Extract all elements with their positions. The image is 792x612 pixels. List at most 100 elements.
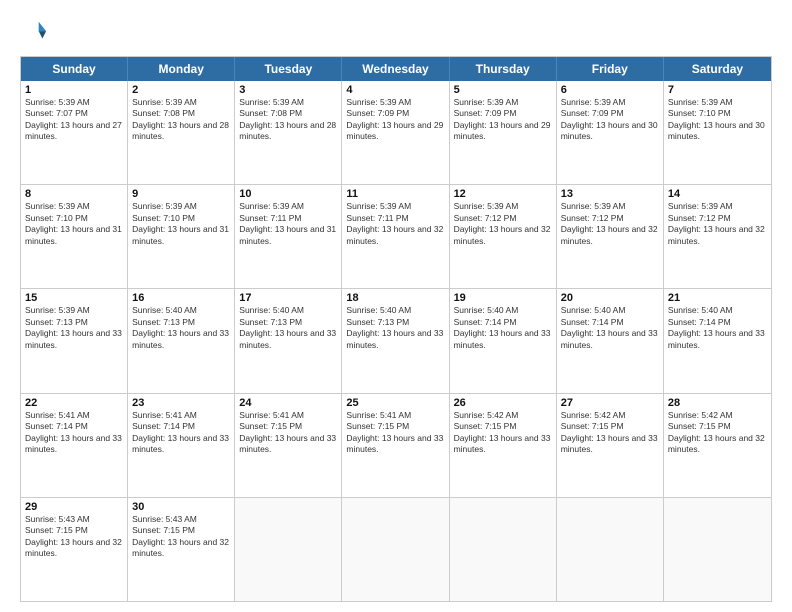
cell-info: Sunrise: 5:39 AM Sunset: 7:09 PM Dayligh… — [346, 97, 444, 143]
calendar-cell: 28Sunrise: 5:42 AM Sunset: 7:15 PM Dayli… — [664, 394, 771, 497]
calendar-cell: 4Sunrise: 5:39 AM Sunset: 7:09 PM Daylig… — [342, 81, 449, 184]
calendar-cell: 29Sunrise: 5:43 AM Sunset: 7:15 PM Dayli… — [21, 498, 128, 601]
calendar-cell: 6Sunrise: 5:39 AM Sunset: 7:09 PM Daylig… — [557, 81, 664, 184]
header — [20, 18, 772, 46]
calendar-cell: 2Sunrise: 5:39 AM Sunset: 7:08 PM Daylig… — [128, 81, 235, 184]
day-number: 26 — [454, 397, 552, 409]
day-number: 22 — [25, 397, 123, 409]
calendar-header-cell: Friday — [557, 57, 664, 81]
calendar-row: 15Sunrise: 5:39 AM Sunset: 7:13 PM Dayli… — [21, 288, 771, 392]
calendar-cell: 12Sunrise: 5:39 AM Sunset: 7:12 PM Dayli… — [450, 185, 557, 288]
day-number: 7 — [668, 84, 767, 96]
day-number: 30 — [132, 501, 230, 513]
day-number: 9 — [132, 188, 230, 200]
cell-info: Sunrise: 5:42 AM Sunset: 7:15 PM Dayligh… — [561, 410, 659, 456]
cell-info: Sunrise: 5:43 AM Sunset: 7:15 PM Dayligh… — [25, 514, 123, 560]
calendar-header-cell: Wednesday — [342, 57, 449, 81]
cell-info: Sunrise: 5:41 AM Sunset: 7:15 PM Dayligh… — [239, 410, 337, 456]
cell-info: Sunrise: 5:40 AM Sunset: 7:13 PM Dayligh… — [239, 305, 337, 351]
calendar-header: SundayMondayTuesdayWednesdayThursdayFrid… — [21, 57, 771, 81]
calendar-cell: 22Sunrise: 5:41 AM Sunset: 7:14 PM Dayli… — [21, 394, 128, 497]
cell-info: Sunrise: 5:39 AM Sunset: 7:12 PM Dayligh… — [668, 201, 767, 247]
calendar-row: 1Sunrise: 5:39 AM Sunset: 7:07 PM Daylig… — [21, 81, 771, 184]
calendar-row: 29Sunrise: 5:43 AM Sunset: 7:15 PM Dayli… — [21, 497, 771, 601]
logo — [20, 18, 52, 46]
cell-info: Sunrise: 5:40 AM Sunset: 7:14 PM Dayligh… — [454, 305, 552, 351]
calendar-cell: 24Sunrise: 5:41 AM Sunset: 7:15 PM Dayli… — [235, 394, 342, 497]
calendar-header-cell: Sunday — [21, 57, 128, 81]
day-number: 12 — [454, 188, 552, 200]
day-number: 6 — [561, 84, 659, 96]
calendar-body: 1Sunrise: 5:39 AM Sunset: 7:07 PM Daylig… — [21, 81, 771, 601]
day-number: 23 — [132, 397, 230, 409]
day-number: 10 — [239, 188, 337, 200]
cell-info: Sunrise: 5:39 AM Sunset: 7:09 PM Dayligh… — [454, 97, 552, 143]
calendar-cell: 16Sunrise: 5:40 AM Sunset: 7:13 PM Dayli… — [128, 289, 235, 392]
calendar-cell — [450, 498, 557, 601]
cell-info: Sunrise: 5:40 AM Sunset: 7:13 PM Dayligh… — [132, 305, 230, 351]
day-number: 24 — [239, 397, 337, 409]
calendar-row: 8Sunrise: 5:39 AM Sunset: 7:10 PM Daylig… — [21, 184, 771, 288]
calendar-cell: 17Sunrise: 5:40 AM Sunset: 7:13 PM Dayli… — [235, 289, 342, 392]
day-number: 15 — [25, 292, 123, 304]
calendar-cell — [557, 498, 664, 601]
calendar-header-cell: Tuesday — [235, 57, 342, 81]
cell-info: Sunrise: 5:39 AM Sunset: 7:13 PM Dayligh… — [25, 305, 123, 351]
cell-info: Sunrise: 5:39 AM Sunset: 7:07 PM Dayligh… — [25, 97, 123, 143]
day-number: 28 — [668, 397, 767, 409]
day-number: 14 — [668, 188, 767, 200]
page: SundayMondayTuesdayWednesdayThursdayFrid… — [0, 0, 792, 612]
calendar-header-cell: Monday — [128, 57, 235, 81]
cell-info: Sunrise: 5:41 AM Sunset: 7:14 PM Dayligh… — [25, 410, 123, 456]
calendar-cell: 20Sunrise: 5:40 AM Sunset: 7:14 PM Dayli… — [557, 289, 664, 392]
calendar: SundayMondayTuesdayWednesdayThursdayFrid… — [20, 56, 772, 602]
cell-info: Sunrise: 5:40 AM Sunset: 7:14 PM Dayligh… — [668, 305, 767, 351]
calendar-cell: 13Sunrise: 5:39 AM Sunset: 7:12 PM Dayli… — [557, 185, 664, 288]
cell-info: Sunrise: 5:41 AM Sunset: 7:14 PM Dayligh… — [132, 410, 230, 456]
calendar-cell: 15Sunrise: 5:39 AM Sunset: 7:13 PM Dayli… — [21, 289, 128, 392]
calendar-cell: 23Sunrise: 5:41 AM Sunset: 7:14 PM Dayli… — [128, 394, 235, 497]
day-number: 3 — [239, 84, 337, 96]
calendar-cell: 9Sunrise: 5:39 AM Sunset: 7:10 PM Daylig… — [128, 185, 235, 288]
cell-info: Sunrise: 5:40 AM Sunset: 7:14 PM Dayligh… — [561, 305, 659, 351]
calendar-cell: 26Sunrise: 5:42 AM Sunset: 7:15 PM Dayli… — [450, 394, 557, 497]
cell-info: Sunrise: 5:39 AM Sunset: 7:08 PM Dayligh… — [239, 97, 337, 143]
calendar-cell: 10Sunrise: 5:39 AM Sunset: 7:11 PM Dayli… — [235, 185, 342, 288]
cell-info: Sunrise: 5:39 AM Sunset: 7:12 PM Dayligh… — [561, 201, 659, 247]
calendar-cell: 11Sunrise: 5:39 AM Sunset: 7:11 PM Dayli… — [342, 185, 449, 288]
day-number: 21 — [668, 292, 767, 304]
calendar-cell — [342, 498, 449, 601]
day-number: 25 — [346, 397, 444, 409]
cell-info: Sunrise: 5:39 AM Sunset: 7:10 PM Dayligh… — [668, 97, 767, 143]
cell-info: Sunrise: 5:43 AM Sunset: 7:15 PM Dayligh… — [132, 514, 230, 560]
day-number: 29 — [25, 501, 123, 513]
cell-info: Sunrise: 5:39 AM Sunset: 7:08 PM Dayligh… — [132, 97, 230, 143]
calendar-cell: 1Sunrise: 5:39 AM Sunset: 7:07 PM Daylig… — [21, 81, 128, 184]
calendar-cell: 27Sunrise: 5:42 AM Sunset: 7:15 PM Dayli… — [557, 394, 664, 497]
cell-info: Sunrise: 5:39 AM Sunset: 7:11 PM Dayligh… — [239, 201, 337, 247]
day-number: 1 — [25, 84, 123, 96]
calendar-cell: 8Sunrise: 5:39 AM Sunset: 7:10 PM Daylig… — [21, 185, 128, 288]
calendar-cell: 14Sunrise: 5:39 AM Sunset: 7:12 PM Dayli… — [664, 185, 771, 288]
cell-info: Sunrise: 5:39 AM Sunset: 7:10 PM Dayligh… — [25, 201, 123, 247]
calendar-cell — [235, 498, 342, 601]
calendar-cell: 5Sunrise: 5:39 AM Sunset: 7:09 PM Daylig… — [450, 81, 557, 184]
day-number: 4 — [346, 84, 444, 96]
calendar-header-cell: Saturday — [664, 57, 771, 81]
cell-info: Sunrise: 5:42 AM Sunset: 7:15 PM Dayligh… — [454, 410, 552, 456]
calendar-cell: 19Sunrise: 5:40 AM Sunset: 7:14 PM Dayli… — [450, 289, 557, 392]
day-number: 27 — [561, 397, 659, 409]
cell-info: Sunrise: 5:39 AM Sunset: 7:11 PM Dayligh… — [346, 201, 444, 247]
day-number: 16 — [132, 292, 230, 304]
cell-info: Sunrise: 5:39 AM Sunset: 7:10 PM Dayligh… — [132, 201, 230, 247]
calendar-row: 22Sunrise: 5:41 AM Sunset: 7:14 PM Dayli… — [21, 393, 771, 497]
calendar-cell: 25Sunrise: 5:41 AM Sunset: 7:15 PM Dayli… — [342, 394, 449, 497]
cell-info: Sunrise: 5:39 AM Sunset: 7:09 PM Dayligh… — [561, 97, 659, 143]
cell-info: Sunrise: 5:42 AM Sunset: 7:15 PM Dayligh… — [668, 410, 767, 456]
logo-icon — [20, 18, 48, 46]
cell-info: Sunrise: 5:39 AM Sunset: 7:12 PM Dayligh… — [454, 201, 552, 247]
cell-info: Sunrise: 5:40 AM Sunset: 7:13 PM Dayligh… — [346, 305, 444, 351]
calendar-cell: 3Sunrise: 5:39 AM Sunset: 7:08 PM Daylig… — [235, 81, 342, 184]
day-number: 18 — [346, 292, 444, 304]
cell-info: Sunrise: 5:41 AM Sunset: 7:15 PM Dayligh… — [346, 410, 444, 456]
